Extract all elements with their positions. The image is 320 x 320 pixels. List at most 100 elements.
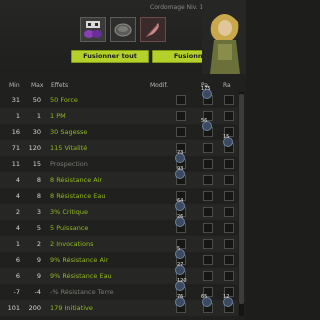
min-value: 6: [15, 272, 20, 280]
col-max: Max: [31, 82, 44, 89]
effect-label: 2 Invocations: [50, 240, 94, 248]
pa-rune-slot[interactable]: [203, 207, 213, 217]
pa-rune-slot[interactable]: [203, 223, 213, 233]
min-value: 4: [15, 192, 20, 200]
rune-slot[interactable]: [110, 17, 136, 42]
rune-count: 27: [177, 262, 184, 268]
min-value: 71: [11, 144, 20, 152]
col-ra: Ra: [223, 82, 231, 89]
item-slot[interactable]: [80, 17, 106, 42]
min-value: 4: [15, 176, 20, 184]
max-value: 2: [36, 240, 41, 248]
max-value: 30: [32, 128, 41, 136]
pa-rune-slot[interactable]: [203, 175, 213, 185]
pa-rune-slot[interactable]: [203, 143, 213, 153]
max-value: -4: [34, 288, 41, 296]
rune-count: 65: [201, 294, 208, 300]
effect-label: -% Résistance Terre: [50, 288, 114, 296]
min-value: 11: [11, 160, 20, 168]
effect-label: 5 Puissance: [50, 224, 89, 232]
effect-label: 3% Critique: [50, 208, 88, 216]
ra-rune-slot[interactable]: [224, 207, 234, 217]
scrollbar-thumb[interactable]: [239, 94, 244, 304]
pa-rune-slot[interactable]: [203, 239, 213, 249]
modif-rune-slot[interactable]: [176, 95, 186, 105]
min-value: 16: [11, 128, 20, 136]
min-value: 2: [15, 208, 20, 216]
effect-label: 115 Vitalité: [50, 144, 88, 152]
pa-rune-slot[interactable]: [203, 255, 213, 265]
pa-rune-slot[interactable]: [203, 191, 213, 201]
max-value: 120: [28, 144, 41, 152]
ra-rune-slot[interactable]: [224, 111, 234, 121]
effect-label: 1 PM: [50, 112, 66, 120]
rune-count: 175: [201, 86, 211, 92]
max-value: 50: [32, 96, 41, 104]
effect-label: 50 Force: [50, 96, 78, 104]
effect-row: 11 15 Prospection 73: [0, 150, 238, 172]
rune-count: 56: [201, 118, 208, 124]
transcendence-slot[interactable]: [140, 17, 166, 42]
effect-row: 6 9 9% Résistance Eau 27: [0, 262, 238, 284]
effect-label: 9% Résistance Eau: [50, 272, 112, 280]
max-value: 15: [32, 160, 41, 168]
modif-rune-slot[interactable]: [176, 111, 186, 121]
effect-label: 30 Sagesse: [50, 128, 88, 136]
merge-all-button[interactable]: Fusionner tout: [71, 50, 149, 63]
max-value: 3: [36, 208, 41, 216]
rune-count: 26: [177, 214, 184, 220]
ra-rune-slot[interactable]: [224, 271, 234, 281]
rune-count: 5: [177, 246, 181, 252]
rune-count: 73: [177, 150, 184, 156]
min-value: 4: [15, 224, 20, 232]
max-value: 8: [36, 176, 41, 184]
ra-rune-slot[interactable]: [224, 239, 234, 249]
rune-count: 12: [223, 294, 230, 300]
min-value: 31: [11, 96, 20, 104]
effect-label: 8 Résistance Air: [50, 176, 103, 184]
effect-label: 9% Résistance Air: [50, 256, 109, 264]
effect-row: 1 2 2 Invocations: [0, 236, 238, 252]
scrollbar[interactable]: [239, 92, 244, 316]
feather-icon: [145, 23, 159, 38]
modif-rune-slot[interactable]: [176, 127, 186, 137]
max-value: 9: [36, 272, 41, 280]
rune-count: 93: [177, 166, 184, 172]
effect-label: 179 Initiative: [50, 304, 93, 312]
forge-window: Cordomage Niv. 1 Fusionner tout Fusionne…: [0, 0, 246, 320]
pa-rune-slot[interactable]: [203, 159, 213, 169]
min-value: -7: [13, 288, 20, 296]
effect-row: 71 120 115 Vitalité 15: [0, 134, 238, 156]
ra-rune-slot[interactable]: [224, 223, 234, 233]
ra-rune-slot[interactable]: [224, 255, 234, 265]
max-value: 200: [28, 304, 41, 312]
min-value: 1: [15, 112, 20, 120]
effect-label: Prospection: [50, 160, 88, 168]
effect-label: 8 Résistance Eau: [50, 192, 106, 200]
ra-rune-slot[interactable]: [224, 191, 234, 201]
effect-row: 16 30 30 Sagesse 56: [0, 118, 238, 140]
effect-row: 101 200 179 Initiative 76 65 12: [0, 294, 238, 316]
effect-row: 4 5 5 Puissance 26: [0, 214, 238, 236]
ra-rune-slot[interactable]: [224, 159, 234, 169]
ra-rune-slot[interactable]: [224, 95, 234, 105]
ra-rune-slot[interactable]: [224, 175, 234, 185]
forge-header: Cordomage Niv. 1 Fusionner tout Fusionne…: [0, 0, 246, 74]
rune-count: 76: [177, 294, 184, 300]
effect-row: 2 3 3% Critique 64: [0, 198, 238, 220]
effect-row: 4 8 8 Résistance Air 93: [0, 166, 238, 188]
effect-row: 4 8 8 Résistance Eau: [0, 188, 238, 204]
col-min: Min: [9, 82, 20, 89]
pa-rune-slot[interactable]: [203, 271, 213, 281]
col-effects: Effets: [51, 82, 69, 89]
max-value: 5: [36, 224, 41, 232]
effect-row: 31 50 50 Force 175: [0, 86, 238, 108]
character-portrait: [202, 0, 246, 74]
max-value: 1: [36, 112, 41, 120]
forge-title: Cordomage Niv. 1: [150, 4, 204, 11]
item-icon: [84, 21, 102, 38]
min-value: 101: [7, 304, 20, 312]
max-value: 8: [36, 192, 41, 200]
max-value: 9: [36, 256, 41, 264]
rune-count: 64: [177, 198, 184, 204]
